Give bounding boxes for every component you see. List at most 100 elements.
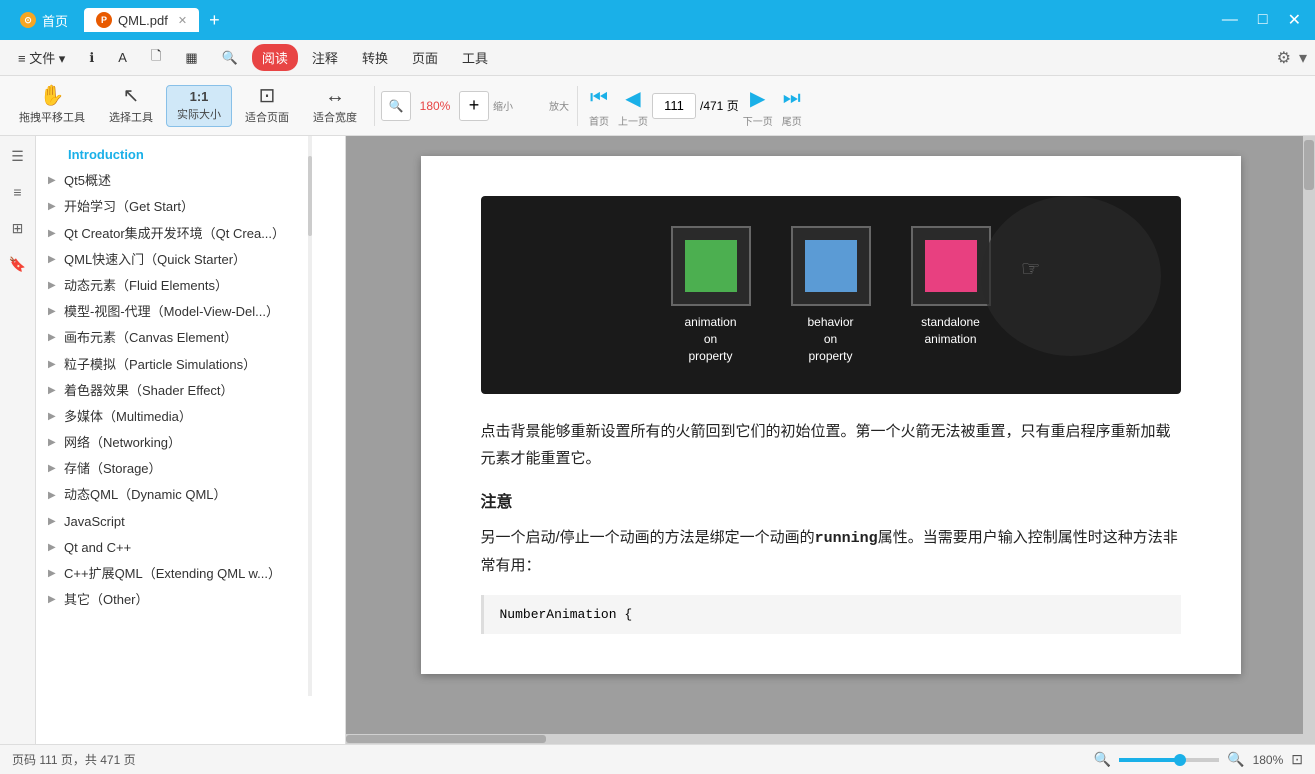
- grid-menu[interactable]: ▦: [175, 46, 207, 70]
- blue-square: [805, 240, 857, 292]
- qt5-arrow: ▶: [48, 174, 58, 188]
- actual-size-icon: 1:1: [190, 90, 209, 103]
- animation-box-blue: [791, 226, 871, 306]
- pdf-tab[interactable]: P QML.pdf ✕: [84, 8, 199, 32]
- toc-item-intro[interactable]: Introduction: [36, 142, 345, 168]
- search-menu[interactable]: 🔍: [212, 46, 248, 70]
- zoom-control: 🔍 180% +: [381, 91, 489, 121]
- qtcpp-arrow: ▶: [48, 541, 58, 555]
- toc-item-extendqml[interactable]: ▶ C++扩展QML（Extending QML w...）: [36, 561, 345, 587]
- fit-page-button[interactable]: ⊡ 适合页面: [234, 81, 300, 130]
- last-page-button[interactable]: ⏭: [777, 83, 807, 113]
- start-arrow: ▶: [48, 200, 58, 214]
- zoom-slider-thumb[interactable]: [1174, 754, 1186, 766]
- zoom-in-button[interactable]: +: [459, 91, 489, 121]
- titlebar: ⊙ 首页 P QML.pdf ✕ + — □ ✕: [0, 0, 1315, 40]
- toc-item-javascript[interactable]: ▶ JavaScript: [36, 509, 345, 535]
- total-pages-label: /471 页: [700, 97, 739, 114]
- behavior-on-property-item: behavioronproperty: [791, 226, 871, 364]
- toc-item-shader[interactable]: ▶ 着色器效果（Shader Effect）: [36, 378, 345, 404]
- next-page-button[interactable]: ▶: [743, 83, 773, 113]
- comment-menu[interactable]: 注释: [302, 44, 348, 71]
- zoom-out-button[interactable]: 🔍: [381, 91, 411, 121]
- sidebar-thumbnail-icon[interactable]: ⊞: [4, 214, 32, 242]
- pdf-tab-icon: P: [96, 12, 112, 28]
- expand-icon[interactable]: ▾: [1299, 48, 1307, 68]
- read-menu[interactable]: 阅读: [252, 44, 298, 71]
- tools-menu[interactable]: 工具: [452, 44, 498, 71]
- toc-item-multimedia[interactable]: ▶ 多媒体（Multimedia）: [36, 404, 345, 430]
- first-page-button[interactable]: ⏮: [584, 83, 614, 113]
- fit-width-button[interactable]: ↔ 适合宽度: [302, 81, 368, 130]
- settings-icon[interactable]: ⚙: [1277, 48, 1291, 68]
- animation-box-pink: [911, 226, 991, 306]
- toc-item-fluid[interactable]: ▶ 动态元素（Fluid Elements）: [36, 273, 345, 299]
- extendqml-arrow: ▶: [48, 567, 58, 581]
- fit-width-icon: ↔: [325, 86, 345, 106]
- zoom-out-status-icon[interactable]: 🔍: [1094, 751, 1111, 768]
- toc-multimedia-label: 多媒体（Multimedia）: [64, 408, 192, 426]
- running-keyword: running: [815, 530, 878, 547]
- sidebar-bookmark-icon[interactable]: 🔖: [4, 250, 32, 278]
- toc-item-other[interactable]: ▶ 其它（Other）: [36, 587, 345, 613]
- toolbar-separator-2: [577, 86, 578, 126]
- toc-canvas-label: 画布元素（Canvas Element）: [64, 329, 237, 347]
- sidebar-list-icon[interactable]: ≡: [4, 178, 32, 206]
- close-button[interactable]: ✕: [1282, 8, 1307, 32]
- code-line-1: NumberAnimation {: [500, 607, 633, 622]
- paragraph-1: 点击背景能够重新设置所有的火箭回到它们的初始位置。第一个火箭无法被重置，只有重启…: [481, 418, 1181, 472]
- pdf-tab-close[interactable]: ✕: [178, 14, 187, 27]
- toc-item-qtcpp[interactable]: ▶ Qt and C++: [36, 535, 345, 561]
- toc-item-network[interactable]: ▶ 网络（Networking）: [36, 430, 345, 456]
- zoom-in-status-icon[interactable]: 🔍: [1227, 751, 1244, 768]
- pdf-hscrollbar-track[interactable]: [346, 734, 1303, 744]
- pdf-vscrollbar-thumb[interactable]: [1304, 140, 1314, 190]
- page-number-input[interactable]: [652, 93, 696, 119]
- prev-page-button[interactable]: ◀: [618, 83, 648, 113]
- toc-scroll[interactable]: Introduction ▶ Qt5概述 ▶ 开始学习（Get Start） ▶…: [36, 136, 345, 744]
- toc-item-storage[interactable]: ▶ 存储（Storage）: [36, 456, 345, 482]
- toc-item-modelview[interactable]: ▶ 模型-视图-代理（Model-View-Del...）: [36, 299, 345, 325]
- fit-page-label: 适合页面: [245, 109, 289, 125]
- network-arrow: ▶: [48, 436, 58, 450]
- other-arrow: ▶: [48, 593, 58, 607]
- sidebar-icons: ☰ ≡ ⊞ 🔖: [0, 136, 36, 744]
- info-menu[interactable]: ℹ: [79, 46, 104, 70]
- toc-fluid-label: 动态元素（Fluid Elements）: [64, 277, 228, 295]
- font-menu[interactable]: A: [108, 46, 137, 69]
- toc-item-dynamicqml[interactable]: ▶ 动态QML（Dynamic QML）: [36, 482, 345, 508]
- pdf-page: animationonproperty behavioronproperty s…: [421, 156, 1241, 674]
- sidebar-menu-icon[interactable]: ☰: [4, 142, 32, 170]
- animation-on-property-label: animationonproperty: [684, 314, 736, 364]
- maximize-button[interactable]: □: [1252, 9, 1274, 31]
- toc-dynamicqml-label: 动态QML（Dynamic QML）: [64, 486, 227, 504]
- toc-item-quickstart[interactable]: ▶ QML快速入门（Quick Starter）: [36, 247, 345, 273]
- pdf-area[interactable]: animationonproperty behavioronproperty s…: [346, 136, 1315, 744]
- page-view-menu[interactable]: 🗋: [141, 43, 171, 73]
- last-page-label: 尾页: [782, 113, 802, 128]
- toc-item-qt5[interactable]: ▶ Qt5概述: [36, 168, 345, 194]
- toc-storage-label: 存储（Storage）: [64, 460, 162, 478]
- toc-item-qtcreator[interactable]: ▶ Qt Creator集成开发环境（Qt Crea...）: [36, 221, 345, 247]
- fit-window-icon[interactable]: ⊡: [1291, 751, 1303, 768]
- convert-menu[interactable]: 转换: [352, 44, 398, 71]
- select-tool-button[interactable]: ↖ 选择工具: [98, 81, 164, 130]
- page-menu[interactable]: 页面: [402, 44, 448, 71]
- home-tab[interactable]: ⊙ 首页: [8, 7, 80, 34]
- drag-tool-button[interactable]: ✋ 拖拽平移工具: [8, 81, 96, 130]
- toc-qtcreator-label: Qt Creator集成开发环境（Qt Crea...）: [64, 225, 285, 243]
- file-menu[interactable]: ≡ 文件 ▾: [8, 44, 75, 71]
- pdf-vscrollbar-track[interactable]: [1303, 136, 1315, 744]
- zoom-out-label: 缩小: [493, 98, 513, 113]
- minimize-button[interactable]: —: [1216, 9, 1244, 31]
- toc-item-particle[interactable]: ▶ 粒子模拟（Particle Simulations）: [36, 352, 345, 378]
- pdf-hscrollbar-thumb[interactable]: [346, 735, 546, 743]
- toc-javascript-label: JavaScript: [64, 513, 125, 531]
- window-controls: — □ ✕: [1216, 8, 1307, 32]
- particle-arrow: ▶: [48, 358, 58, 372]
- zoom-status-percent: 180%: [1253, 753, 1284, 767]
- new-tab-button[interactable]: +: [203, 10, 226, 31]
- toc-item-start[interactable]: ▶ 开始学习（Get Start）: [36, 194, 345, 220]
- toc-item-canvas[interactable]: ▶ 画布元素（Canvas Element）: [36, 325, 345, 351]
- actual-size-button[interactable]: 1:1 实际大小: [166, 85, 232, 127]
